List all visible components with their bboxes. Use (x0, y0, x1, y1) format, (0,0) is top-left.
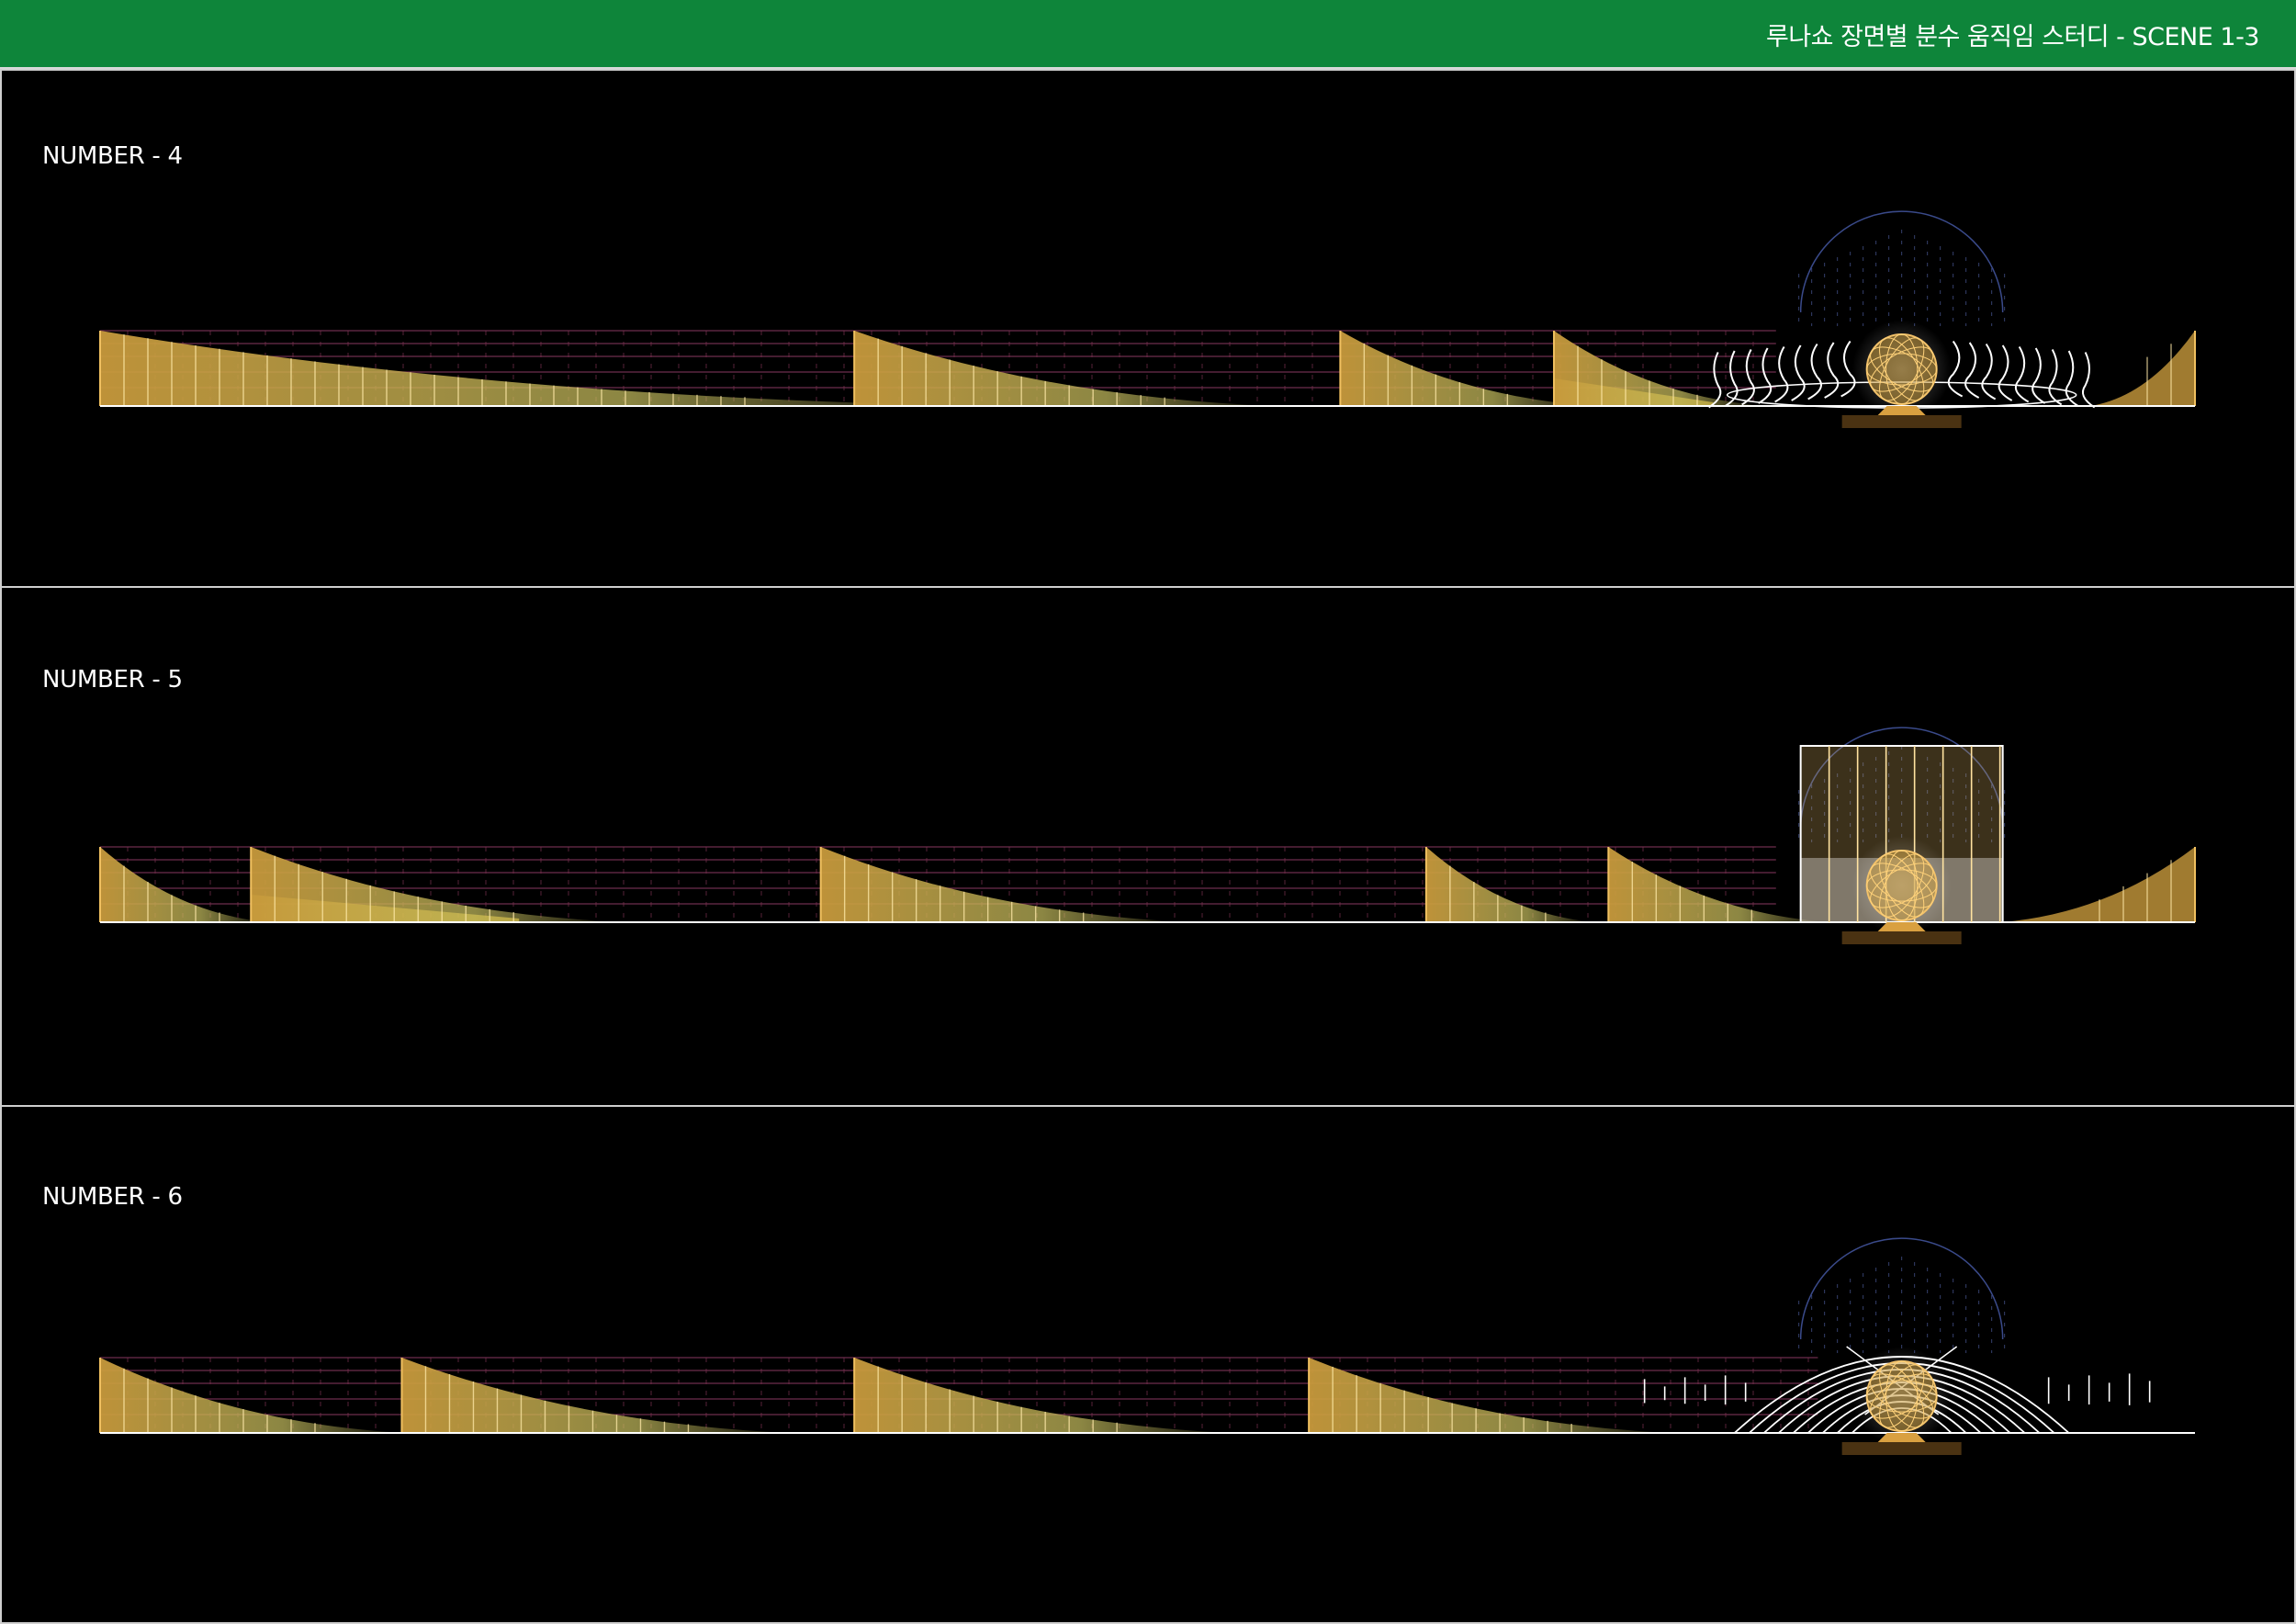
wave-stream (1964, 342, 1980, 399)
scene-panel-5: NUMBER - 5 (0, 586, 2296, 1107)
wave-stream (1998, 344, 2013, 401)
spray-wedge (100, 847, 268, 922)
fountain-elevation-drawing (99, 727, 2196, 944)
spray-wedge (251, 847, 625, 922)
spray-wedge-mirrored (2002, 847, 2195, 922)
scene-panel-6: NUMBER - 6 (0, 1105, 2296, 1624)
wave-stream (1824, 342, 1840, 399)
wave-stream (1774, 345, 1789, 403)
wave-stream (1807, 343, 1822, 400)
globe-pedestal (1841, 415, 1962, 428)
spray-wedge (100, 331, 981, 406)
spray-wedge (401, 1358, 792, 1433)
page-title: 루나쇼 장면별 분수 움직임 스터디 - SCENE 1-3 (1766, 23, 2260, 51)
wave-stream (1981, 343, 1997, 400)
wave-stream (2082, 352, 2096, 409)
spray-wedge (1608, 847, 1829, 922)
title-bar: 루나쇼 장면별 분수 움직임 스터디 - SCENE 1-3 (0, 0, 2296, 69)
spray-wedge (1425, 847, 1594, 922)
spray-wedge (100, 1358, 404, 1433)
scene-panel-4: NUMBER - 4 (0, 69, 2296, 588)
fountain-elevation-drawing (99, 210, 2196, 428)
wave-stream (2014, 345, 2030, 403)
spray-wedge-mirrored (2089, 331, 2195, 406)
globe-pedestal (1841, 1442, 1962, 1455)
spray-wedge (854, 331, 1274, 406)
wave-stream (1791, 344, 1806, 401)
spray-wedge (1554, 331, 1766, 406)
wave-stream (2032, 347, 2046, 404)
spray-wedge (820, 847, 1190, 922)
wave-stream (2048, 349, 2063, 406)
wave-stream (1741, 349, 1755, 406)
spray-wedge (1309, 1358, 1671, 1433)
globe-pedestal (1841, 931, 1962, 944)
fountain-elevation-drawing (99, 1237, 2195, 1455)
